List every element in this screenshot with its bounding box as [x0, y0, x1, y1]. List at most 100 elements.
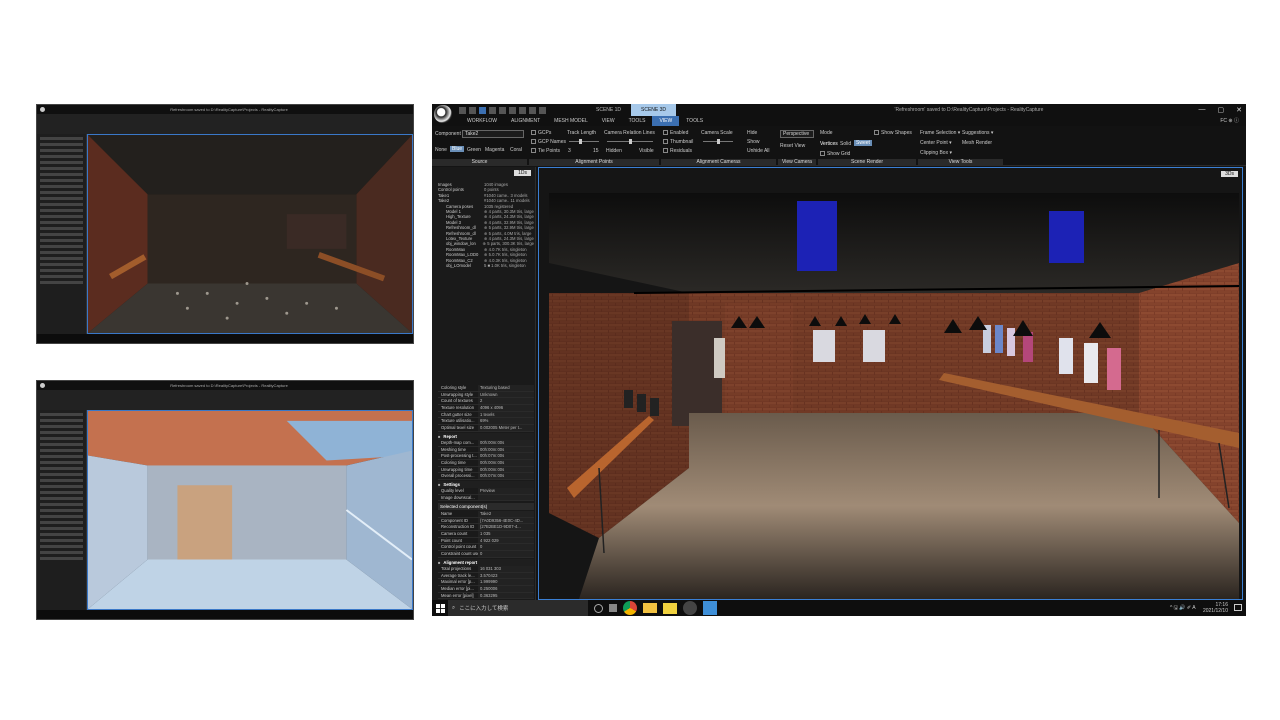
menu-workflow[interactable]: WORKFLOW — [460, 116, 504, 126]
center-point-button[interactable]: Center Point ▾ — [920, 140, 952, 146]
property-row[interactable]: Chart gutter size 1 texels — [438, 411, 534, 419]
property-row[interactable]: Overall processi... 00h:07m:00s — [438, 473, 534, 481]
relation-lines-knob[interactable] — [629, 139, 632, 144]
menu-tools-secondary[interactable]: TOOLS — [679, 116, 710, 126]
property-row[interactable]: Name Take2 — [438, 511, 534, 518]
mode-sweet-button[interactable]: Sweet — [854, 140, 872, 146]
property-row[interactable]: Component ID {7A0D9356-4E0C-4D... — [438, 517, 534, 525]
clock-date[interactable]: 2021/12/10 — [1203, 608, 1228, 614]
track-length-slider[interactable] — [569, 141, 599, 142]
photos-icon[interactable] — [703, 601, 717, 615]
tray-icons[interactable]: ^ 🖫 🔊 ✐ A — [1170, 605, 1196, 611]
settings-header[interactable]: Settings — [438, 481, 534, 488]
textured-room-model[interactable] — [539, 168, 1242, 599]
thumbnail-checkbox[interactable]: Thumbnail — [663, 139, 693, 145]
residuals-checkbox[interactable]: Residuals — [663, 148, 692, 154]
selected-components-header[interactable]: Selected component(s) — [438, 503, 534, 510]
mode-solid-button[interactable]: Solid — [840, 141, 851, 147]
menu-view-active[interactable]: VIEW — [652, 116, 680, 126]
mesh-render-button[interactable]: Mesh Render — [962, 140, 992, 146]
color-blue-button[interactable]: Blue — [450, 146, 465, 152]
quick-layout-icon[interactable] — [479, 106, 486, 114]
property-row[interactable]: Unwrapping time 00h:00m:00s — [438, 466, 534, 474]
menu-mesh-model[interactable]: MESH MODEL — [547, 116, 595, 126]
property-row[interactable]: Image downscal... — [438, 494, 534, 502]
taskbar-search[interactable]: ⌕ ここに入力して検索 — [448, 600, 588, 616]
property-row[interactable]: Point count 4 922 029 — [438, 537, 534, 545]
windows-start-icon[interactable] — [432, 600, 448, 616]
camera-scale-knob[interactable] — [717, 139, 720, 144]
alignment-report-header[interactable]: Alignment report — [438, 559, 534, 566]
quick-layout-icon[interactable] — [499, 106, 506, 114]
menu-view[interactable]: VIEW — [595, 116, 622, 126]
panel-1ds-badge[interactable]: 1Ds — [514, 170, 531, 176]
minimize-button[interactable]: — — [1199, 106, 1206, 114]
chrome-icon[interactable] — [623, 601, 637, 615]
tie-points-checkbox[interactable]: Tie Points — [531, 148, 560, 154]
property-row[interactable]: Median error [pi... 0.250006 — [438, 586, 534, 593]
thumb-viewport-pointcloud[interactable] — [87, 134, 413, 334]
app-logo-icon[interactable] — [434, 105, 452, 123]
enabled-checkbox[interactable]: Enabled — [663, 130, 688, 136]
projection-select[interactable]: Perspective — [780, 130, 814, 138]
property-row[interactable]: Depth-map com... 00h:00m:00s — [438, 440, 534, 447]
quick-layout-icon[interactable] — [519, 106, 526, 114]
frame-selection-button[interactable]: Frame Selection ▾ — [920, 130, 960, 136]
property-row[interactable]: Post-processing t... 00h:07m:00s — [438, 453, 534, 461]
file-explorer-icon[interactable] — [643, 603, 657, 613]
property-row[interactable]: Average track le... 3.570423 — [438, 572, 534, 580]
quick-layout-icon[interactable] — [509, 106, 516, 114]
property-row[interactable]: Control point count 0 — [438, 544, 534, 552]
color-green-button[interactable]: Green — [467, 147, 481, 153]
property-row[interactable]: Maximal error [p... 1.999990 — [438, 579, 534, 587]
quick-layout-icon[interactable] — [489, 106, 496, 114]
menu-alignment[interactable]: ALIGNMENT — [504, 116, 547, 126]
property-row[interactable]: Reconstruction ID {27B2BE1D-9D07-4... — [438, 524, 534, 532]
3d-viewport[interactable]: 3Ds — [538, 167, 1243, 600]
property-row[interactable]: Coloring time 00h:00m:00s — [438, 460, 534, 467]
tab-scene-1d[interactable]: SCENE 1D — [586, 104, 631, 116]
track-length-knob[interactable] — [579, 139, 582, 144]
notification-icon[interactable] — [1234, 604, 1242, 611]
tab-scene-3d[interactable]: SCENE 3D — [631, 104, 677, 116]
hide-button[interactable]: Hide — [747, 130, 757, 136]
color-magenta-button[interactable]: Magenta — [485, 147, 504, 153]
property-row[interactable]: Optimal texel size 0.002005 Meter per t..… — [438, 425, 534, 432]
close-button[interactable]: ✕ — [1236, 106, 1242, 114]
realitycapture-taskbar-icon[interactable] — [683, 601, 697, 615]
task-view-icon[interactable] — [594, 603, 603, 613]
property-row[interactable]: Count of textures 2 — [438, 398, 534, 406]
multitask-icon[interactable] — [609, 604, 617, 612]
redo-icon[interactable] — [539, 106, 546, 114]
property-row[interactable]: Total projections 16 031 303 — [438, 566, 534, 573]
property-row[interactable]: Quality level Preview — [438, 488, 534, 495]
property-row[interactable]: Texture utilisatio... 69% — [438, 418, 534, 426]
gcps-checkbox[interactable]: GCPs — [531, 130, 551, 136]
property-row[interactable]: Constraint count used 0 — [438, 551, 534, 558]
property-row[interactable]: Mean error [pixel] 0.363295 — [438, 592, 534, 600]
tree-row[interactable]: obj_LOmodel 5 ■ 1.0K tris, singleton — [438, 263, 534, 268]
gcp-names-checkbox[interactable]: GCP Names — [531, 139, 566, 145]
report-header[interactable]: Report — [438, 433, 534, 440]
color-coral-button[interactable]: Coral — [510, 147, 522, 153]
undo-icon[interactable] — [529, 106, 536, 114]
maximize-button[interactable]: ▢ — [1218, 106, 1225, 114]
mode-vertices-button[interactable]: Vertices — [820, 141, 838, 147]
reset-view-button[interactable]: Reset View — [780, 143, 805, 149]
suggestions-button[interactable]: Suggestions ▾ — [962, 130, 993, 136]
property-row[interactable]: Camera count 1 035 — [438, 531, 534, 538]
property-row[interactable]: Coloring style Texturing based — [438, 385, 534, 392]
quick-layout-icon[interactable] — [469, 106, 476, 114]
menu-tools[interactable]: TOOLS — [622, 116, 653, 126]
show-button[interactable]: Show — [747, 139, 760, 145]
component-select[interactable]: Take2 — [462, 130, 524, 138]
viewport-3ds-badge[interactable]: 3Ds — [1221, 171, 1238, 177]
property-row[interactable]: Unwrapping style Unknown — [438, 391, 534, 399]
quick-layout-icon[interactable] — [459, 106, 466, 114]
thumb-viewport-solid-mesh[interactable] — [87, 410, 413, 610]
show-grid-checkbox[interactable]: Show Grid — [820, 151, 850, 157]
unhide-all-button[interactable]: Unhide All — [747, 148, 770, 154]
clipping-box-button[interactable]: Clipping Box ▾ — [920, 150, 952, 156]
top-right-icons[interactable]: FC ⊕ ⓘ — [1213, 116, 1246, 126]
property-row[interactable]: Texture resolution 4096 x 4096 — [438, 405, 534, 412]
